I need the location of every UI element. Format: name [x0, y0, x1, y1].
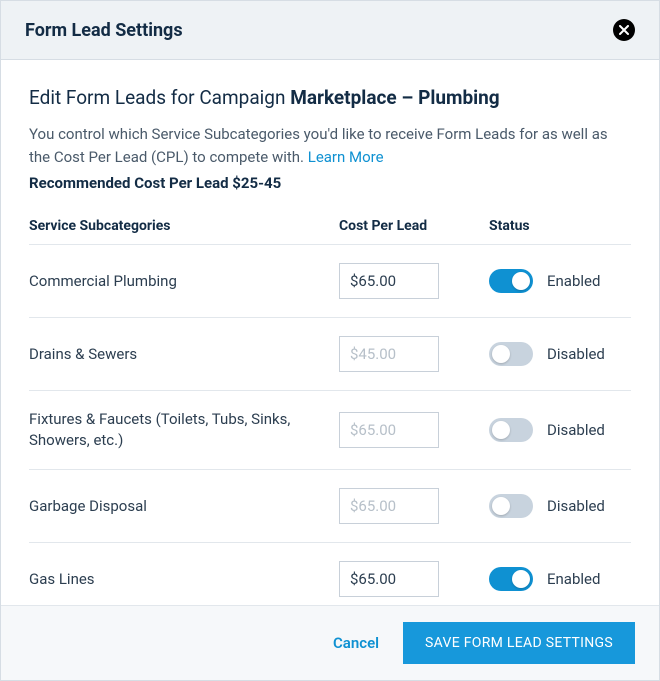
- table-row: Garbage Disposal Disabled: [29, 470, 631, 543]
- cost-per-lead-input[interactable]: [339, 488, 439, 524]
- status-cell: Disabled: [489, 418, 631, 442]
- description: You control which Service Subcategories …: [29, 123, 631, 168]
- close-icon: [619, 25, 629, 35]
- status-label: Enabled: [547, 570, 600, 588]
- table-row: Fixtures & Faucets (Toilets, Tubs, Sinks…: [29, 391, 631, 470]
- heading-prefix: Edit Form Leads for Campaign: [29, 86, 290, 109]
- status-toggle[interactable]: [489, 342, 533, 366]
- status-cell: Disabled: [489, 342, 631, 366]
- cost-cell: [339, 263, 489, 299]
- status-toggle[interactable]: [489, 269, 533, 293]
- status-label: Disabled: [547, 345, 605, 363]
- modal-header: Form Lead Settings: [1, 1, 659, 60]
- cost-cell: [339, 412, 489, 448]
- subcategory-name: Commercial Plumbing: [29, 271, 339, 292]
- status-label: Disabled: [547, 421, 605, 439]
- status-cell: Enabled: [489, 567, 631, 591]
- th-status: Status: [489, 218, 631, 234]
- learn-more-link[interactable]: Learn More: [308, 148, 384, 166]
- toggle-knob: [492, 497, 510, 515]
- cancel-button[interactable]: Cancel: [333, 634, 379, 652]
- status-toggle[interactable]: [489, 494, 533, 518]
- th-subcategory: Service Subcategories: [29, 218, 339, 234]
- table-body: Commercial Plumbing Enabled Drains & Sewer…: [29, 245, 631, 605]
- status-cell: Disabled: [489, 494, 631, 518]
- toggle-knob: [512, 570, 530, 588]
- cost-per-lead-input[interactable]: [339, 561, 439, 597]
- modal: Form Lead Settings Edit Form Leads for C…: [0, 0, 660, 681]
- status-toggle[interactable]: [489, 418, 533, 442]
- cost-cell: [339, 561, 489, 597]
- edit-heading: Edit Form Leads for Campaign Marketplace…: [29, 86, 631, 109]
- close-button[interactable]: [613, 19, 635, 41]
- cost-per-lead-input[interactable]: [339, 336, 439, 372]
- status-label: Enabled: [547, 272, 600, 290]
- campaign-name: Marketplace – Plumbing: [290, 86, 499, 109]
- subcategory-name: Drains & Sewers: [29, 344, 339, 365]
- table-row: Gas Lines Enabled: [29, 543, 631, 605]
- table-row: Commercial Plumbing Enabled: [29, 245, 631, 318]
- cost-cell: [339, 336, 489, 372]
- save-button[interactable]: SAVE FORM LEAD SETTINGS: [403, 622, 635, 664]
- subcategory-name: Fixtures & Faucets (Toilets, Tubs, Sinks…: [29, 409, 339, 451]
- subcategory-name: Gas Lines: [29, 569, 339, 590]
- modal-body: Edit Form Leads for Campaign Marketplace…: [1, 60, 659, 605]
- toggle-knob: [512, 272, 530, 290]
- subcategory-name: Garbage Disposal: [29, 496, 339, 517]
- modal-footer: Cancel SAVE FORM LEAD SETTINGS: [1, 605, 659, 680]
- cost-cell: [339, 488, 489, 524]
- toggle-knob: [492, 421, 510, 439]
- modal-title: Form Lead Settings: [25, 20, 183, 41]
- table-header-row: Service Subcategories Cost Per Lead Stat…: [29, 218, 631, 245]
- recommended-cpl: Recommended Cost Per Lead $25-45: [29, 174, 631, 192]
- status-label: Disabled: [547, 497, 605, 515]
- th-cost: Cost Per Lead: [339, 218, 489, 234]
- status-toggle[interactable]: [489, 567, 533, 591]
- table-row: Drains & Sewers Disabled: [29, 318, 631, 391]
- status-cell: Enabled: [489, 269, 631, 293]
- toggle-knob: [492, 345, 510, 363]
- cost-per-lead-input[interactable]: [339, 412, 439, 448]
- cost-per-lead-input[interactable]: [339, 263, 439, 299]
